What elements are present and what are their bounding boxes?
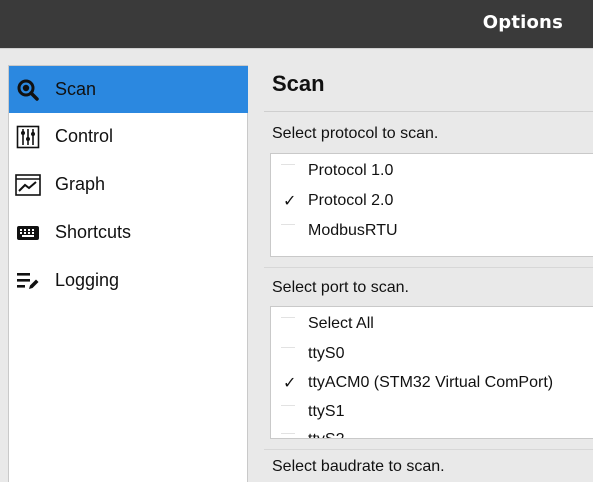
checkbox[interactable] bbox=[281, 347, 295, 361]
divider bbox=[264, 267, 593, 268]
sidebar-item-shortcuts[interactable]: Shortcuts bbox=[9, 209, 248, 256]
checkmark-icon[interactable]: ✓ bbox=[283, 373, 296, 393]
options-window: Scan Control Graph Shortcuts Logging Sca… bbox=[0, 48, 593, 482]
port-option[interactable]: Select All bbox=[271, 309, 593, 339]
checkbox[interactable] bbox=[281, 164, 295, 178]
sidebar-item-label: Graph bbox=[55, 174, 106, 194]
checkbox[interactable] bbox=[281, 433, 295, 438]
protocol-section-label: Select protocol to scan. bbox=[272, 125, 439, 142]
window-title: Options bbox=[482, 12, 563, 33]
sidebar: Scan Control Graph Shortcuts Logging bbox=[8, 65, 248, 482]
sidebar-item-control[interactable]: Control bbox=[9, 113, 248, 160]
graph-icon bbox=[15, 172, 41, 198]
port-section-label: Select port to scan. bbox=[272, 279, 409, 296]
checkbox[interactable] bbox=[281, 317, 295, 331]
content-panel: Scan Select protocol to scan. Protocol 1… bbox=[256, 49, 593, 482]
page-title: Scan bbox=[272, 71, 325, 96]
protocol-listbox[interactable]: Protocol 1.0 ✓ Protocol 2.0 ModbusRTU bbox=[270, 153, 593, 257]
keyboard-icon bbox=[15, 220, 41, 246]
checkbox[interactable] bbox=[281, 405, 295, 419]
protocol-option[interactable]: ✓ Protocol 2.0 bbox=[271, 186, 593, 216]
title-bar: Options bbox=[0, 0, 593, 48]
protocol-option[interactable]: Protocol 1.0 bbox=[271, 156, 593, 186]
port-option[interactable]: ✓ ttyACM0 (STM32 Virtual ComPort) bbox=[271, 368, 593, 398]
port-option[interactable]: ttyS0 bbox=[271, 339, 593, 369]
checkbox[interactable] bbox=[281, 224, 295, 238]
sidebar-item-scan[interactable]: Scan bbox=[9, 66, 248, 113]
checkmark-icon[interactable]: ✓ bbox=[283, 191, 296, 211]
divider bbox=[264, 449, 593, 450]
baudrate-section-label: Select baudrate to scan. bbox=[272, 458, 445, 475]
sidebar-item-label: Logging bbox=[55, 270, 120, 290]
magnifier-icon bbox=[15, 77, 41, 103]
sidebar-item-label: Control bbox=[55, 126, 114, 146]
protocol-option[interactable]: ModbusRTU bbox=[271, 216, 593, 246]
port-listbox[interactable]: Select All ttyS0 ✓ ttyACM0 (STM32 Virtua… bbox=[270, 306, 593, 439]
port-option[interactable]: ttyS1 bbox=[271, 397, 593, 427]
sliders-icon bbox=[15, 124, 41, 150]
sidebar-item-label: Scan bbox=[55, 79, 97, 99]
edit-list-icon bbox=[15, 268, 41, 294]
sidebar-item-graph[interactable]: Graph bbox=[9, 161, 248, 208]
port-option[interactable]: ttyS2 bbox=[271, 425, 593, 438]
divider bbox=[264, 111, 593, 112]
sidebar-item-logging[interactable]: Logging bbox=[9, 257, 248, 304]
sidebar-item-label: Shortcuts bbox=[55, 222, 132, 242]
